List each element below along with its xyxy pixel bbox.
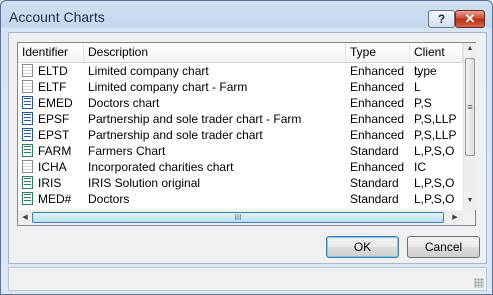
identifier-cell: ELTF — [38, 80, 67, 94]
scroll-right-arrow-icon[interactable]: ▶ — [449, 213, 461, 221]
client-type-cell: L — [414, 64, 421, 78]
help-icon: ? — [437, 12, 446, 26]
scroll-down-arrow-icon[interactable]: ▼ — [464, 197, 476, 204]
standard-chart-icon — [22, 176, 33, 189]
description-cell: Limited company chart — [88, 64, 209, 78]
type-cell: Enhanced — [350, 64, 405, 78]
client-type-cell: P,S,LLP — [414, 128, 457, 142]
type-cell: Enhanced — [350, 96, 405, 110]
list-header: Identifier Description Type Client type — [18, 43, 463, 78]
scroll-left-arrow-icon[interactable]: ◀ — [19, 213, 31, 221]
vertical-scrollbar[interactable]: ▲ ≡ ▼ — [463, 43, 476, 210]
horizontal-scrollbar[interactable]: ◀ III ▶ — [18, 210, 463, 225]
type-cell: Standard — [350, 144, 399, 158]
list-item[interactable]: ELTD Limited company chart Enhanced L — [18, 63, 463, 79]
column-header-description[interactable]: Description — [84, 43, 346, 62]
list-item[interactable]: IRIS IRIS Solution original Standard L,P,S,… — [18, 175, 463, 191]
resize-grip-icon[interactable] — [474, 278, 484, 288]
list-item[interactable]: FARM Farmers Chart Standard L,P,S,O — [18, 143, 463, 159]
blank-document-icon — [22, 160, 33, 173]
account-charts-list[interactable]: Identifier Description Type Client type … — [17, 42, 476, 226]
identifier-cell: IRIS — [38, 176, 62, 190]
horizontal-scroll-thumb[interactable]: III — [32, 212, 444, 223]
enhanced-chart-icon — [22, 128, 33, 141]
type-cell: Enhanced — [350, 112, 405, 126]
vertical-scroll-thumb[interactable]: ≡ — [465, 58, 475, 156]
list-item[interactable]: EPST Partnership and sole trader chart Enh… — [18, 127, 463, 143]
scrollbar-corner — [463, 210, 475, 225]
close-button[interactable]: ✕ — [455, 10, 485, 28]
cancel-button[interactable]: Cancel — [407, 236, 480, 258]
description-cell: Doctors chart — [88, 96, 160, 110]
column-header-identifier[interactable]: Identifier — [18, 43, 84, 62]
scroll-up-arrow-icon[interactable]: ▲ — [464, 45, 476, 52]
type-cell: Enhanced — [350, 160, 405, 174]
help-button[interactable]: ? — [428, 10, 455, 28]
list-rows: ELTD Limited company chart Enhanced L ELTF Li… — [18, 63, 463, 207]
column-header-type[interactable]: Type — [346, 43, 410, 62]
description-cell: Doctors — [88, 192, 130, 206]
account-charts-dialog: Account Charts ? ✕ Identifier Descriptio… — [0, 0, 493, 295]
description-cell: Partnership and sole trader chart - Farm — [88, 112, 302, 126]
description-cell: Incorporated charities chart — [88, 160, 234, 174]
identifier-cell: EPSF — [38, 112, 70, 126]
status-bar — [8, 267, 487, 291]
blank-document-icon — [22, 80, 33, 93]
client-type-cell: IC — [414, 160, 426, 174]
type-cell: Standard — [350, 192, 399, 206]
close-icon: ✕ — [464, 11, 476, 26]
enhanced-chart-icon — [22, 112, 33, 125]
ok-button[interactable]: OK — [326, 236, 399, 258]
client-type-cell: L,P,S,O — [414, 176, 455, 190]
standard-chart-icon — [22, 192, 33, 205]
client-type-cell: L,P,S,O — [414, 144, 455, 158]
blank-document-icon — [22, 64, 33, 77]
list-item[interactable]: EPSF Partnership and sole trader chart - … — [18, 111, 463, 127]
type-cell: Enhanced — [350, 80, 405, 94]
description-cell: Partnership and sole trader chart — [88, 128, 263, 142]
description-cell: Limited company chart - Farm — [88, 80, 248, 94]
client-type-cell: L,P,S,O — [414, 192, 455, 206]
list-item[interactable]: ICHA Incorporated charities chart Enhanced… — [18, 159, 463, 175]
column-header-client-type[interactable]: Client type — [410, 43, 463, 78]
list-item[interactable]: EMED Doctors chart Enhanced P,S — [18, 95, 463, 111]
client-type-cell: P,S — [414, 96, 432, 110]
description-cell: IRIS Solution original — [88, 176, 201, 190]
identifier-cell: MED# — [38, 192, 72, 206]
list-item[interactable]: ELTF Limited company chart - Farm Enhanced… — [18, 79, 463, 95]
dialog-body: Identifier Description Type Client type … — [8, 32, 487, 264]
description-cell: Farmers Chart — [88, 144, 166, 158]
identifier-cell: EPST — [38, 128, 70, 142]
list-item[interactable]: MED# Doctors Standard L,P,S,O — [18, 191, 463, 207]
type-cell: Standard — [350, 176, 399, 190]
identifier-cell: EMED — [38, 96, 73, 110]
identifier-cell: FARM — [38, 144, 72, 158]
vertical-scroll-grip: ≡ — [467, 102, 473, 112]
enhanced-chart-icon — [22, 96, 33, 109]
client-type-cell: P,S,LLP — [414, 112, 457, 126]
standard-chart-icon — [22, 144, 33, 157]
type-cell: Enhanced — [350, 128, 405, 142]
identifier-cell: ICHA — [38, 160, 67, 174]
identifier-cell: ELTD — [38, 64, 68, 78]
window-title: Account Charts — [9, 9, 105, 25]
client-type-cell: L — [414, 80, 421, 94]
